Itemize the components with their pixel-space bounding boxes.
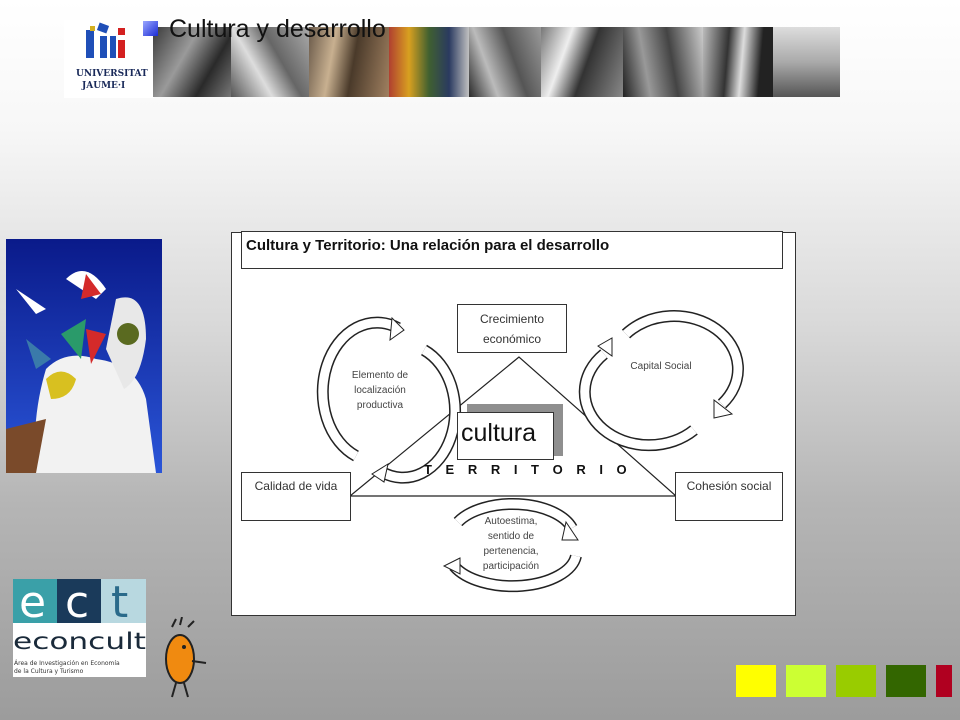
cycle-label-elemento-line2: localización: [354, 385, 406, 396]
node-calidad-label: Calidad de vida: [254, 479, 338, 493]
node-calidad-de-vida: Calidad de vida: [241, 472, 351, 521]
territorio-label: T E R R I T O R I O: [424, 462, 632, 477]
econcult-letter-e: e: [19, 579, 46, 628]
cycle-label-elemento-line1: Elemento de: [351, 370, 409, 381]
cycle-label-autoestima-line3: pertenencia,: [483, 546, 539, 557]
color-block-lime: [786, 665, 826, 697]
node-crecimiento-line1: Crecimiento: [479, 312, 545, 326]
color-block-dark-green: [886, 665, 926, 697]
econcult-letter-c: c: [65, 579, 89, 628]
node-crecimiento-line2: económico: [482, 332, 542, 346]
node-cohesion-label: Cohesión social: [686, 479, 772, 493]
right-cycle-arrows: [578, 310, 744, 452]
econcult-letter-t: t: [111, 579, 128, 628]
color-block-green: [836, 665, 876, 697]
econcult-logo: e c t econcult Área de Investigación en …: [13, 577, 146, 677]
econcult-subtitle-line1: Área de Investigación en Economía: [14, 660, 120, 667]
cycle-label-autoestima-line2: sentido de: [487, 531, 535, 542]
cycle-label-elemento: Elemento de localización productiva: [343, 368, 417, 413]
cycle-label-capital-social: Capital Social: [630, 361, 692, 372]
cycle-label-elemento-line3: productiva: [356, 400, 404, 411]
econcult-subtitle-line2: de la Cultura y Turismo: [14, 668, 84, 675]
color-block-red: [936, 665, 952, 697]
node-cohesion-social: Cohesión social: [675, 472, 783, 521]
cycle-label-autoestima-line1: Autoestima,: [484, 516, 538, 527]
cycle-label-autoestima-line4: participación: [482, 561, 540, 572]
node-crecimiento-economico: Crecimiento económico: [457, 304, 567, 353]
mascot-figure: [160, 616, 210, 701]
econcult-wordmark: econcult: [13, 629, 146, 655]
cycle-label-autoestima: Autoestima, sentido de pertenencia, part…: [470, 514, 552, 574]
color-block-yellow: [736, 665, 776, 697]
cultura-label: cultura: [461, 419, 537, 447]
